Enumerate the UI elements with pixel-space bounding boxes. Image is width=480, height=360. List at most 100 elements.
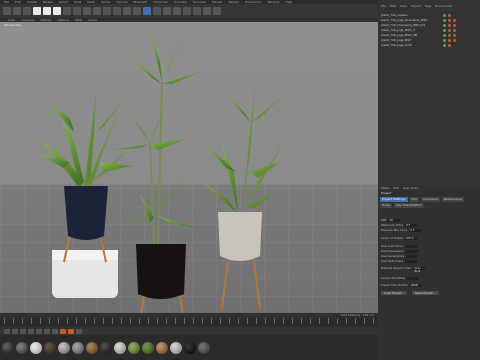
tag-icon[interactable] [448, 28, 451, 32]
material-ball-icon[interactable] [58, 341, 70, 354]
last-tool-icon[interactable] [63, 7, 71, 15]
next-frame-icon[interactable] [36, 328, 42, 334]
visibility-icon[interactable] [443, 18, 446, 22]
visibility-icon[interactable] [443, 33, 446, 37]
play-icon[interactable] [28, 328, 34, 334]
render-view-icon[interactable] [113, 7, 121, 15]
property-checkbox[interactable] [406, 254, 419, 258]
material-ball-icon[interactable] [86, 341, 98, 354]
tag-icon[interactable] [448, 33, 451, 37]
material-ball-icon[interactable] [2, 341, 14, 354]
object-row[interactable]: plant_Y16_Jugs_Dracaena_NSH [381, 18, 479, 22]
camera-icon[interactable] [203, 7, 211, 15]
next-key-icon[interactable] [44, 328, 50, 334]
tab-to-do[interactable]: To Do [380, 203, 393, 208]
render-picture-viewer-icon[interactable] [123, 7, 131, 15]
tag-icon[interactable] [453, 38, 456, 42]
tag-icon[interactable] [448, 38, 451, 42]
material-ball-icon[interactable] [198, 341, 210, 354]
move-icon[interactable] [33, 7, 41, 15]
visibility-icon[interactable] [443, 28, 446, 32]
scale-icon[interactable] [43, 7, 51, 15]
material-ball-icon[interactable] [184, 341, 196, 354]
material-ball-icon[interactable] [16, 341, 28, 354]
record-icon[interactable] [60, 328, 66, 334]
property-field[interactable]: 30 [388, 218, 401, 222]
property-field[interactable]: 0 F [405, 223, 418, 227]
go-to-start-icon[interactable] [4, 328, 10, 334]
axis-y-icon[interactable] [83, 7, 91, 15]
object-row[interactable]: plant_Y16_Jugs_NSH_3 [381, 28, 479, 32]
timeline[interactable] [0, 317, 378, 327]
axis-z-icon[interactable] [93, 7, 101, 15]
tag-icon[interactable] [448, 23, 451, 27]
property-checkbox[interactable] [407, 276, 420, 280]
material-ball-icon[interactable] [72, 341, 84, 354]
light-icon[interactable] [213, 7, 221, 15]
visibility-icon[interactable] [443, 38, 446, 42]
tag-icon[interactable] [453, 23, 456, 27]
om-menu-object[interactable]: Object [411, 4, 421, 8]
subdivision-icon[interactable] [163, 7, 171, 15]
cube-icon[interactable] [143, 7, 151, 15]
tag-icon[interactable] [448, 18, 451, 22]
material-ball-icon[interactable] [142, 341, 154, 354]
go-to-end-icon[interactable] [52, 328, 58, 334]
perspective-viewport[interactable]: Perspective [0, 22, 378, 315]
object-row[interactable]: plant_Y16_Jugs_NSH [381, 38, 479, 42]
previous-key-icon[interactable] [12, 328, 18, 334]
coordinate-system-icon[interactable] [103, 7, 111, 15]
attr-menu-edit[interactable]: Edit [393, 186, 399, 190]
object-row[interactable]: plant_Y16_Dracaena_NSH_01 [381, 23, 479, 27]
property-dropdown[interactable]: sRGB [409, 283, 422, 287]
attr-menu-mode[interactable]: Mode [381, 186, 389, 190]
save-preset-button[interactable]: Save Preset... [412, 291, 439, 295]
object-row[interactable]: plant_Y16_Jugs_NSH_2B [381, 33, 479, 37]
pen-icon[interactable] [153, 7, 161, 15]
om-menu-file[interactable]: File [381, 4, 386, 8]
om-menu-edit[interactable]: Edit [390, 4, 396, 8]
om-menu-bookmarks[interactable]: Bookmarks [435, 4, 452, 8]
undo-icon[interactable] [3, 7, 11, 15]
material-ball-icon[interactable] [156, 341, 168, 354]
keyframe-selection-icon[interactable] [76, 328, 82, 334]
live-selection-icon[interactable] [23, 7, 31, 15]
axis-x-icon[interactable] [73, 7, 81, 15]
visibility-icon[interactable] [443, 23, 446, 27]
floor-icon[interactable] [193, 7, 201, 15]
attr-menu-user-data[interactable]: User Data [403, 186, 418, 190]
tag-icon[interactable] [453, 33, 456, 37]
tag-icon[interactable] [453, 18, 456, 22]
object-row[interactable]: plant_Y16_Jugs_both [381, 43, 479, 47]
visibility-icon[interactable] [443, 13, 446, 17]
om-menu-tags[interactable]: Tags [425, 4, 432, 8]
property-dropdown[interactable]: Gray Blue [413, 266, 426, 273]
render-settings-icon[interactable] [133, 7, 141, 15]
tab-info[interactable]: Info [409, 197, 420, 202]
autokey-icon[interactable] [68, 328, 74, 334]
material-ball-icon[interactable] [114, 341, 126, 354]
material-ball-icon[interactable] [170, 341, 182, 354]
visibility-icon[interactable] [443, 43, 446, 47]
tab-referencing[interactable]: Referencing [442, 197, 464, 202]
tag-icon[interactable] [453, 28, 456, 32]
tab-project-settings[interactable]: Project Settings [380, 197, 408, 202]
rotate-icon[interactable] [53, 7, 61, 15]
material-ball-icon[interactable] [100, 341, 112, 354]
load-preset-button[interactable]: Load Preset... [381, 291, 408, 295]
material-ball-icon[interactable] [128, 341, 140, 354]
array-icon[interactable] [173, 7, 181, 15]
tag-icon[interactable] [448, 43, 451, 47]
material-ball-icon[interactable] [30, 341, 42, 354]
redo-icon[interactable] [13, 7, 21, 15]
tab-key-interpolation[interactable]: Key Interpolation [394, 203, 424, 208]
property-checkbox[interactable] [405, 259, 418, 263]
previous-frame-icon[interactable] [20, 328, 26, 334]
bend-icon[interactable] [183, 7, 191, 15]
property-field[interactable]: 100 % [404, 236, 417, 240]
property-checkbox[interactable] [405, 249, 418, 253]
material-ball-icon[interactable] [44, 341, 56, 354]
property-field[interactable]: 0 F [409, 228, 422, 232]
om-menu-view[interactable]: View [400, 4, 407, 8]
tag-icon[interactable] [448, 13, 451, 17]
